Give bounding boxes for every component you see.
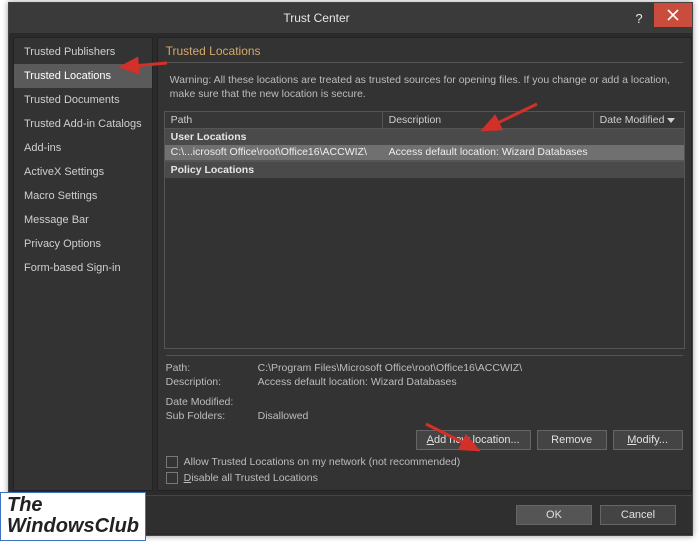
col-path[interactable]: Path [165, 112, 383, 128]
checkbox-icon[interactable] [166, 472, 178, 484]
sidebar-item-label: ActiveX Settings [24, 166, 104, 178]
watermark-line1: The [7, 495, 139, 516]
sidebar-item-activex-settings[interactable]: ActiveX Settings [14, 160, 152, 184]
sidebar-item-label: Trusted Documents [24, 94, 120, 106]
sidebar-item-label: Trusted Locations [24, 70, 111, 82]
cell-date [594, 145, 684, 160]
sidebar: Trusted Publishers Trusted Locations Tru… [13, 37, 153, 491]
sidebar-item-label: Trusted Add-in Catalogs [24, 118, 142, 130]
sidebar-item-message-bar[interactable]: Message Bar [14, 208, 152, 232]
close-button[interactable] [654, 3, 692, 27]
cancel-button[interactable]: Cancel [600, 505, 676, 525]
sidebar-item-macro-settings[interactable]: Macro Settings [14, 184, 152, 208]
action-row: Add new location... Remove Modify... [166, 430, 683, 450]
sidebar-item-label: Message Bar [24, 214, 89, 226]
table-header: Path Description Date Modified [164, 111, 685, 129]
sidebar-item-label: Privacy Options [24, 238, 101, 250]
add-new-location-button[interactable]: Add new location... [416, 430, 531, 450]
content-panel: Trusted Locations Warning: All these loc… [157, 37, 692, 491]
detail-date-label: Date Modified: [166, 396, 258, 408]
sidebar-item-label: Form-based Sign-in [24, 262, 121, 274]
modify-button[interactable]: Modify... [613, 430, 683, 450]
group-user-locations: User Locations [164, 129, 685, 145]
sidebar-item-trusted-addin-catalogs[interactable]: Trusted Add-in Catalogs [14, 112, 152, 136]
titlebar: Trust Center ? [9, 3, 692, 33]
disable-all-row[interactable]: Disable all Trusted Locations [166, 472, 683, 484]
section-title-text: Trusted Locations [166, 44, 261, 58]
sidebar-item-trusted-locations[interactable]: Trusted Locations [14, 64, 152, 88]
group-policy-locations: Policy Locations [164, 161, 685, 178]
trust-center-dialog: Trust Center ? Trusted Publishers Truste… [8, 2, 693, 536]
col-description[interactable]: Description [383, 112, 594, 128]
sort-indicator-icon [667, 118, 675, 123]
section-title: Trusted Locations [158, 38, 691, 67]
col-date-label: Date Modified [600, 114, 665, 126]
detail-path-value: C:\Program Files\Microsoft Office\root\O… [258, 362, 683, 374]
sidebar-item-addins[interactable]: Add-ins [14, 136, 152, 160]
allow-network-label: Allow Trusted Locations on my network (n… [184, 456, 461, 468]
sidebar-item-form-based-signin[interactable]: Form-based Sign-in [14, 256, 152, 280]
window-title: Trust Center [9, 11, 624, 25]
col-date-modified[interactable]: Date Modified [594, 112, 684, 128]
sidebar-item-label: Trusted Publishers [24, 46, 115, 58]
sidebar-item-trusted-documents[interactable]: Trusted Documents [14, 88, 152, 112]
watermark-line2: WindowsClub [7, 516, 139, 537]
help-button[interactable]: ? [624, 3, 654, 33]
details-panel: Path:C:\Program Files\Microsoft Office\r… [166, 355, 683, 424]
sidebar-item-label: Add-ins [24, 142, 61, 154]
table-row[interactable]: C:\...icrosoft Office\root\Office16\ACCW… [164, 145, 685, 161]
remove-button[interactable]: Remove [537, 430, 607, 450]
close-icon [667, 9, 679, 21]
list-area [164, 178, 685, 349]
disable-all-label: Disable all Trusted Locations [184, 472, 318, 484]
cell-path: C:\...icrosoft Office\root\Office16\ACCW… [165, 145, 383, 160]
cell-description: Access default location: Wizard Database… [383, 145, 594, 160]
detail-date-value [258, 396, 683, 408]
detail-desc-label: Description: [166, 376, 258, 388]
ok-button[interactable]: OK [516, 505, 592, 525]
detail-desc-value: Access default location: Wizard Database… [258, 376, 683, 388]
detail-sub-value: Disallowed [258, 410, 683, 422]
warning-text: Warning: All these locations are treated… [158, 67, 691, 111]
allow-network-row[interactable]: Allow Trusted Locations on my network (n… [166, 456, 683, 468]
detail-path-label: Path: [166, 362, 258, 374]
watermark: The WindowsClub [0, 492, 146, 541]
sidebar-item-privacy-options[interactable]: Privacy Options [14, 232, 152, 256]
detail-sub-label: Sub Folders: [166, 410, 258, 422]
sidebar-item-label: Macro Settings [24, 190, 97, 202]
checkbox-icon[interactable] [166, 456, 178, 468]
sidebar-item-trusted-publishers[interactable]: Trusted Publishers [14, 40, 152, 64]
